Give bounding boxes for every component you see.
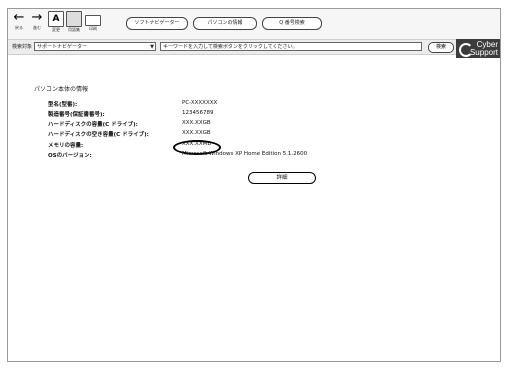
toolbar: ← 戻る → 進む A 変更 用語集 印刷 ソフトナビゲーター パソコンの情報 … (8, 9, 500, 39)
info-row: メモリの容量: (48, 141, 168, 149)
chevron-down-icon: ▼ (150, 44, 154, 50)
info-row: OSのバージョン: (48, 151, 168, 159)
row-value: Microsoft Windows XP Home Edition 5.1.26… (182, 151, 308, 157)
row-value: PC-XXXXXXX (182, 100, 218, 106)
row-label: メモリの容量: (48, 143, 84, 149)
forward-label: 進む (33, 25, 41, 30)
row-label: ハードディスクの空き容量(C ドライブ): (48, 132, 149, 138)
row-label: 型名(型番): (48, 102, 78, 108)
glossary-button[interactable]: 用語集 (66, 11, 82, 37)
glossary-label: 用語集 (68, 27, 80, 32)
search-scope-value: サポートナビゲーター (37, 44, 88, 50)
row-label: OSのバージョン: (48, 153, 92, 159)
change-font-button[interactable]: A 変更 (48, 11, 64, 37)
print-label: 印刷 (89, 26, 97, 31)
cyber-support-logo: Cyber Support (456, 39, 500, 58)
forward-arrow-icon: → (31, 10, 43, 25)
print-button[interactable]: 印刷 (85, 11, 101, 37)
search-scope-select[interactable]: サポートナビゲーター ▼ (34, 42, 156, 51)
info-row: 製造番号(保証書番号): (48, 110, 168, 118)
back-label: 戻る (15, 25, 23, 30)
detail-button[interactable]: 詳細 (248, 172, 316, 184)
search-scope-label: 検索対象 (12, 44, 33, 50)
book-icon (66, 11, 82, 27)
search-bar: 検索対象 サポートナビゲーター ▼ キーワードを入力して検索ボタンをクリックして… (8, 39, 500, 55)
soft-navigator-button[interactable]: ソフトナビゲーター (126, 17, 188, 30)
info-row: ハードディスクの空き容量(C ドライブ): (48, 130, 168, 138)
row-label: 製造番号(保証書番号): (48, 112, 105, 118)
pc-info-button[interactable]: パソコンの情報 (193, 17, 257, 30)
search-button[interactable]: 検索 (428, 42, 454, 53)
number-search-button[interactable]: Q 番号検索 (262, 17, 322, 30)
row-value: XXX.XXGB (182, 120, 211, 126)
change-label: 変更 (52, 27, 60, 32)
forward-button[interactable]: → 進む (29, 11, 45, 37)
row-value: XXX.XXGB (182, 130, 211, 136)
logo-line2: Support (469, 48, 498, 57)
row-value: 123456789 (182, 110, 214, 116)
printer-icon (85, 15, 101, 26)
keyword-input[interactable]: キーワードを入力して検索ボタンをクリックしてください。 (160, 42, 422, 51)
row-label: ハードディスクの容量(C ドライブ): (48, 122, 138, 128)
info-row: ハードディスクの容量(C ドライブ): (48, 120, 168, 128)
cyber-support-window: ← 戻る → 進む A 変更 用語集 印刷 ソフトナビゲーター パソコンの情報 … (7, 8, 501, 362)
section-title: パソコン本体の情報 (34, 86, 89, 93)
back-arrow-icon: ← (13, 10, 25, 25)
font-size-icon: A (48, 11, 64, 27)
info-row: 型名(型番): (48, 100, 168, 108)
back-button[interactable]: ← 戻る (11, 11, 27, 37)
